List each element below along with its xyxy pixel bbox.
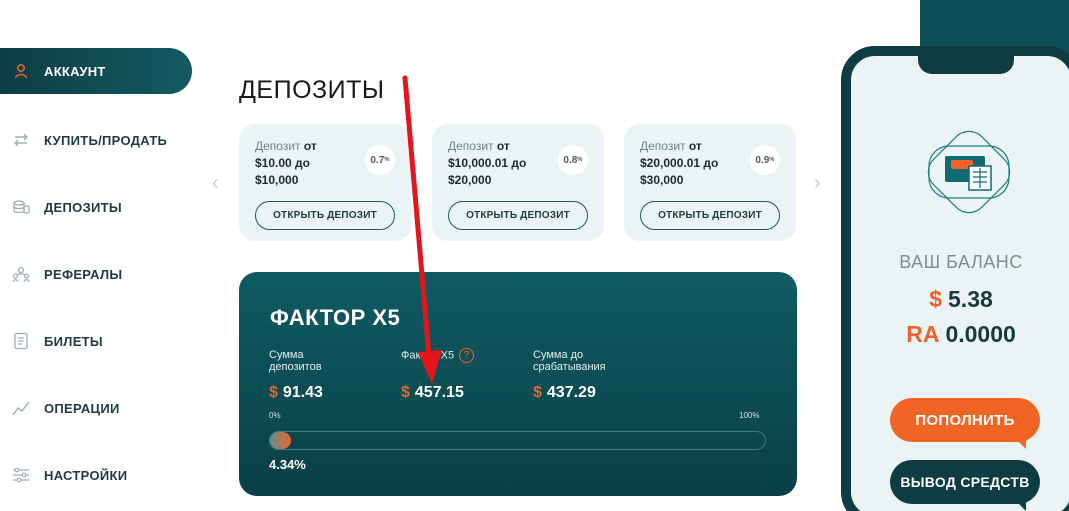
sidebar-item-label: БИЛЕТЫ bbox=[44, 333, 103, 349]
sidebar-item-label: РЕФЕРАЛЫ bbox=[44, 266, 123, 282]
chevron-right-icon[interactable]: › bbox=[814, 172, 821, 195]
sidebar-item-tickets[interactable]: БИЛЕТЫ bbox=[0, 318, 192, 364]
amount: 0.0000 bbox=[945, 321, 1016, 347]
rate-unit: % bbox=[577, 157, 583, 163]
deposits-sum-label: Сумма депозитов bbox=[269, 349, 322, 373]
rate-value: 0.7 bbox=[370, 154, 385, 166]
currency-sign: $ bbox=[401, 384, 410, 401]
usd-balance: $5.38 bbox=[851, 286, 1069, 313]
to-word: до bbox=[511, 156, 527, 170]
ticket-icon bbox=[12, 332, 30, 350]
factor-title: ФАКТОР X5 bbox=[270, 305, 401, 330]
open-deposit-button[interactable]: ОТКРЫТЬ ДЕПОЗИТ bbox=[448, 201, 588, 230]
deposit-range: Депозит от $10.00 до $10,000 bbox=[255, 138, 317, 189]
sliders-icon bbox=[12, 466, 30, 484]
progress-percent: 4.34% bbox=[269, 457, 306, 472]
deposit-min: $10.00 bbox=[255, 156, 292, 170]
label-line: срабатывания bbox=[533, 361, 606, 373]
sidebar-item-referrals[interactable]: РЕФЕРАЛЫ bbox=[0, 251, 192, 297]
trigger-value: $437.29 bbox=[533, 384, 596, 402]
rate-value: 0.9 bbox=[755, 154, 770, 166]
amount: 457.15 bbox=[414, 384, 464, 401]
sidebar-item-account[interactable]: АККАУНТ bbox=[0, 48, 192, 94]
page-title: ДЕПОЗИТЫ bbox=[239, 76, 385, 104]
label-line: Фактор X5 bbox=[401, 349, 455, 362]
sidebar-item-label: КУПИТЬ/ПРОДАТЬ bbox=[44, 132, 168, 148]
from-word: от bbox=[303, 139, 317, 153]
currency-sign: $ bbox=[929, 286, 943, 312]
deposit-min: $20,000.01 bbox=[640, 156, 701, 170]
amount: 91.43 bbox=[282, 384, 323, 401]
currency-sign: $ bbox=[269, 384, 278, 401]
deposit-word: Депозит bbox=[448, 139, 494, 153]
deposit-range: Депозит от $10,000.01 до $20,000 bbox=[448, 138, 526, 189]
deposit-max: $20,000 bbox=[448, 173, 492, 187]
progress-min-label: 0% bbox=[269, 411, 281, 420]
currency-sign: $ bbox=[533, 384, 542, 401]
rate-unit: % bbox=[769, 157, 775, 163]
sidebar-item-settings[interactable]: НАСТРОЙКИ bbox=[0, 452, 192, 498]
chart-line-icon bbox=[12, 399, 30, 417]
amount: 5.38 bbox=[948, 286, 993, 312]
deposits-sum-value: $91.43 bbox=[269, 384, 323, 402]
wallet-icon bbox=[913, 116, 1025, 228]
exchange-icon bbox=[12, 131, 30, 149]
rate-badge: 0.8% bbox=[558, 145, 588, 175]
factor-panel: ФАКТОР X5 Сумма депозитов $91.43 Фактор … bbox=[239, 272, 797, 496]
open-deposit-button[interactable]: ОТКРЫТЬ ДЕПОЗИТ bbox=[640, 201, 780, 230]
deposit-word: Депозит bbox=[640, 139, 686, 153]
to-word: до bbox=[295, 156, 310, 170]
user-icon bbox=[12, 62, 30, 80]
deposit-card: Депозит от $10.00 до $10,000 0.7% ОТКРЫТ… bbox=[239, 124, 411, 241]
deposit-range: Депозит от $20,000.01 до $30,000 bbox=[640, 138, 718, 189]
to-word: до bbox=[703, 156, 719, 170]
ra-balance: RA 0.0000 bbox=[851, 321, 1069, 348]
chevron-left-icon[interactable]: ‹ bbox=[212, 172, 219, 195]
rate-value: 0.8 bbox=[563, 154, 578, 166]
currency-sign: RA bbox=[906, 321, 940, 347]
sidebar-item-label: ДЕПОЗИТЫ bbox=[44, 199, 122, 215]
referrals-icon bbox=[12, 265, 30, 283]
from-word: от bbox=[496, 139, 510, 153]
progress-max-label: 100% bbox=[739, 411, 760, 420]
sidebar-item-buy-sell[interactable]: КУПИТЬ/ПРОДАТЬ bbox=[0, 117, 192, 163]
deposit-max: $10,000 bbox=[255, 173, 299, 187]
balance-phone: ВАШ БАЛАНС $5.38 RA 0.0000 ПОПОЛНИТЬ ВЫВО… bbox=[841, 46, 1069, 511]
deposit-min: $10,000.01 bbox=[448, 156, 509, 170]
trigger-label: Сумма до срабатывания bbox=[533, 349, 606, 373]
coins-icon bbox=[12, 198, 30, 216]
sidebar: АККАУНТ КУПИТЬ/ПРОДАТЬ ДЕПОЗИТЫ РЕФЕРАЛЫ… bbox=[0, 0, 200, 511]
sidebar-item-label: НАСТРОЙКИ bbox=[44, 467, 128, 483]
sidebar-item-deposits[interactable]: ДЕПОЗИТЫ bbox=[0, 184, 192, 230]
progress-fill bbox=[270, 432, 292, 449]
rate-badge: 0.7% bbox=[365, 145, 395, 175]
from-word: от bbox=[688, 139, 702, 153]
sidebar-item-operations[interactable]: ОПЕРАЦИИ bbox=[0, 385, 192, 431]
topup-button[interactable]: ПОПОЛНИТЬ bbox=[890, 398, 1040, 449]
help-icon[interactable]: ? bbox=[459, 348, 475, 363]
progress-bar bbox=[269, 431, 766, 450]
withdraw-button[interactable]: ВЫВОД СРЕДСТВ bbox=[890, 460, 1040, 511]
label-line: Сумма до bbox=[533, 349, 584, 361]
sidebar-item-label: АККАУНТ bbox=[44, 63, 106, 79]
balance-label: ВАШ БАЛАНС bbox=[899, 252, 1023, 272]
rate-badge: 0.9% bbox=[750, 145, 780, 175]
deposit-card: Депозит от $10,000.01 до $20,000 0.8% ОТ… bbox=[432, 124, 604, 241]
open-deposit-button[interactable]: ОТКРЫТЬ ДЕПОЗИТ bbox=[255, 201, 395, 230]
rate-unit: % bbox=[384, 157, 390, 163]
deposit-word: Депозит bbox=[255, 139, 301, 153]
label-line: Сумма bbox=[269, 349, 304, 361]
phone-notch bbox=[918, 56, 1014, 74]
factor-label: Фактор X5? bbox=[401, 348, 475, 363]
amount: 437.29 bbox=[546, 384, 596, 401]
label-line: депозитов bbox=[269, 361, 322, 373]
deposit-card: Депозит от $20,000.01 до $30,000 0.9% ОТ… bbox=[624, 124, 796, 241]
deposit-max: $30,000 bbox=[640, 173, 684, 187]
sidebar-item-label: ОПЕРАЦИИ bbox=[44, 400, 120, 416]
factor-value: $457.15 bbox=[401, 384, 464, 402]
